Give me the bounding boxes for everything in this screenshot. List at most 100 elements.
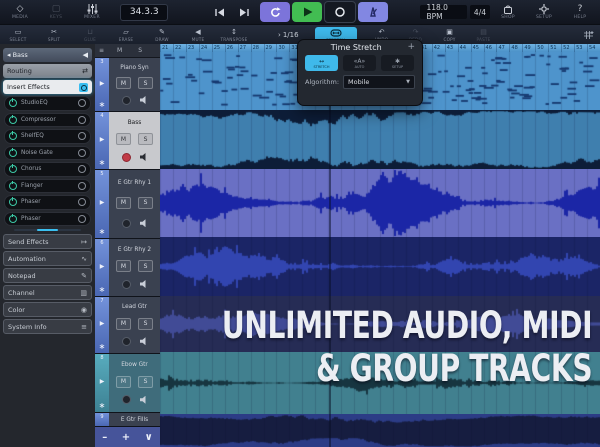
- track-header-ebow-gtr[interactable]: 8▶∗Ebow GtrMS: [95, 354, 160, 413]
- track-header-e-gtr-rhy-2[interactable]: 6▶∗E Gtr Rhy 2MS: [95, 239, 160, 297]
- insert-effect-slot[interactable]: Flanger: [4, 179, 91, 194]
- copy-button[interactable]: ▣COPY: [433, 25, 467, 45]
- move-handle-icon[interactable]: +: [407, 43, 415, 52]
- track-monitor-icon[interactable]: ▶: [100, 378, 105, 385]
- inspector-section-system-info[interactable]: System Info≡: [3, 319, 92, 334]
- track-header-body[interactable]: E Gtr Rhy 1MS: [109, 170, 160, 238]
- track-header-e-gtr-rhy-1[interactable]: 5▶∗E Gtr Rhy 1MS: [95, 170, 160, 239]
- track-color-strip[interactable]: 5▶∗: [95, 170, 109, 238]
- track-mute-button[interactable]: M: [116, 133, 131, 145]
- track-color-strip[interactable]: 4▶∗: [95, 112, 109, 169]
- previous-marker-button[interactable]: [206, 2, 232, 22]
- insert-effect-slot[interactable]: Phaser: [4, 212, 91, 227]
- effect-preset-icon[interactable]: [78, 182, 86, 190]
- freeze-icon[interactable]: ∗: [99, 159, 106, 167]
- track-monitor-icon[interactable]: ▶: [100, 320, 105, 327]
- snap-setting[interactable]: › 1/16: [278, 31, 299, 39]
- effect-power-icon[interactable]: [9, 165, 17, 173]
- track-color-strip[interactable]: 7▶∗: [95, 297, 109, 353]
- insert-effect-slot[interactable]: Noise Gate: [4, 146, 91, 161]
- waveform-region[interactable]: [160, 169, 600, 237]
- track-mute-button[interactable]: M: [116, 260, 131, 272]
- topbar-button-setup[interactable]: SETUP: [526, 0, 562, 24]
- collapse-button[interactable]: ∨: [145, 433, 153, 443]
- routing-button[interactable]: Routing ⇄: [3, 64, 92, 78]
- track-solo-button[interactable]: S: [138, 197, 153, 209]
- algorithm-dropdown[interactable]: Mobile ▼: [343, 75, 415, 89]
- effect-preset-icon[interactable]: [78, 149, 86, 157]
- speaker-icon[interactable]: [140, 96, 148, 104]
- effect-preset-icon[interactable]: [78, 165, 86, 173]
- stretch-mode-stretch[interactable]: ↔STRETCH: [305, 55, 338, 71]
- position-display[interactable]: 34.3.3: [120, 4, 168, 21]
- stretch-mode-auto[interactable]: «A»AUTO: [343, 55, 376, 71]
- track-header-body[interactable]: BassMS: [109, 112, 160, 169]
- record-arm-button[interactable]: [122, 219, 131, 228]
- effect-preset-icon[interactable]: [78, 116, 86, 124]
- topbar-button-mixer[interactable]: MIXER: [74, 0, 110, 24]
- global-solo-button[interactable]: S: [138, 47, 142, 54]
- tool-draw[interactable]: ✎DRAW: [144, 25, 180, 45]
- effect-power-icon[interactable]: [9, 149, 17, 157]
- track-color-strip[interactable]: 3▶∗: [95, 58, 109, 111]
- record-arm-button[interactable]: [122, 337, 131, 346]
- effect-preset-icon[interactable]: [78, 215, 86, 223]
- waveform-region[interactable]: [160, 110, 600, 169]
- track-mute-button[interactable]: M: [116, 318, 131, 330]
- effect-preset-icon[interactable]: [78, 198, 86, 206]
- waveform-region[interactable]: [160, 414, 600, 447]
- topbar-button-keys[interactable]: ▢KEYS: [38, 0, 74, 24]
- track-solo-button[interactable]: S: [138, 133, 153, 145]
- play-button[interactable]: [292, 2, 322, 22]
- track-monitor-icon[interactable]: ▶: [100, 199, 105, 206]
- topbar-button-shop[interactable]: SHOP: [490, 0, 526, 24]
- inspector-section-color[interactable]: Color◉: [3, 302, 92, 317]
- time-signature-display[interactable]: 4/4: [470, 5, 490, 19]
- record-arm-button[interactable]: [122, 96, 131, 105]
- metronome-button[interactable]: [358, 2, 388, 22]
- track-header-body[interactable]: Piano SynMS: [109, 58, 160, 111]
- topbar-button-media[interactable]: ◇MEDIA: [2, 0, 38, 24]
- topbar-button-help[interactable]: ?HELP: [562, 0, 598, 24]
- track-header-e-gtr-fills[interactable]: 9E Gtr Fills: [95, 413, 160, 427]
- track-solo-button[interactable]: S: [138, 318, 153, 330]
- inspector-section-channel[interactable]: Channel▥: [3, 285, 92, 300]
- track-header-body[interactable]: E Gtr Fills: [109, 413, 160, 426]
- waveform-region[interactable]: [160, 237, 600, 296]
- track-mute-button[interactable]: M: [116, 77, 131, 89]
- track-header-lead-gtr[interactable]: 7▶∗Lead GtrMS: [95, 297, 160, 354]
- tool-split[interactable]: ✂SPLIT: [36, 25, 72, 45]
- effect-preset-icon[interactable]: [78, 132, 86, 140]
- tool-select[interactable]: ▭SELECT: [0, 25, 36, 45]
- freeze-icon[interactable]: ∗: [99, 101, 106, 109]
- freeze-icon[interactable]: ∗: [99, 343, 106, 351]
- track-solo-button[interactable]: S: [138, 376, 153, 388]
- speaker-icon[interactable]: [140, 280, 148, 288]
- add-track-button[interactable]: +: [122, 433, 130, 443]
- track-solo-button[interactable]: S: [138, 260, 153, 272]
- global-mute-button[interactable]: M: [117, 47, 122, 54]
- track-solo-button[interactable]: S: [138, 77, 153, 89]
- stretch-mode-setup[interactable]: ✱SETUP: [381, 55, 414, 71]
- track-mute-button[interactable]: M: [116, 376, 131, 388]
- inspector-section-automation[interactable]: Automation∿: [3, 251, 92, 266]
- speaker-icon[interactable]: [140, 219, 148, 227]
- effect-power-icon[interactable]: [9, 198, 17, 206]
- next-marker-button[interactable]: [232, 2, 258, 22]
- zoom-grid-button[interactable]: [583, 30, 594, 40]
- speaker-icon[interactable]: [140, 153, 148, 161]
- effect-power-icon[interactable]: [9, 99, 17, 107]
- inspector-track-header[interactable]: ◂ Bass ◀: [3, 48, 92, 62]
- track-header-body[interactable]: E Gtr Rhy 2MS: [109, 239, 160, 296]
- bpm-display[interactable]: 118.0 BPM: [420, 5, 466, 19]
- record-arm-button[interactable]: [122, 280, 131, 289]
- track-color-strip[interactable]: 9: [95, 413, 109, 426]
- insert-effect-slot[interactable]: Compressor: [4, 113, 91, 128]
- tool-mute[interactable]: ◀MUTE: [180, 25, 216, 45]
- effect-power-icon[interactable]: [9, 182, 17, 190]
- delete-track-button[interactable]: –: [102, 433, 107, 443]
- track-list-icon[interactable]: ≡: [99, 47, 104, 54]
- track-header-body[interactable]: Ebow GtrMS: [109, 354, 160, 412]
- track-header-piano-syn[interactable]: 3▶∗Piano SynMS: [95, 58, 160, 112]
- track-monitor-icon[interactable]: ▶: [100, 80, 105, 87]
